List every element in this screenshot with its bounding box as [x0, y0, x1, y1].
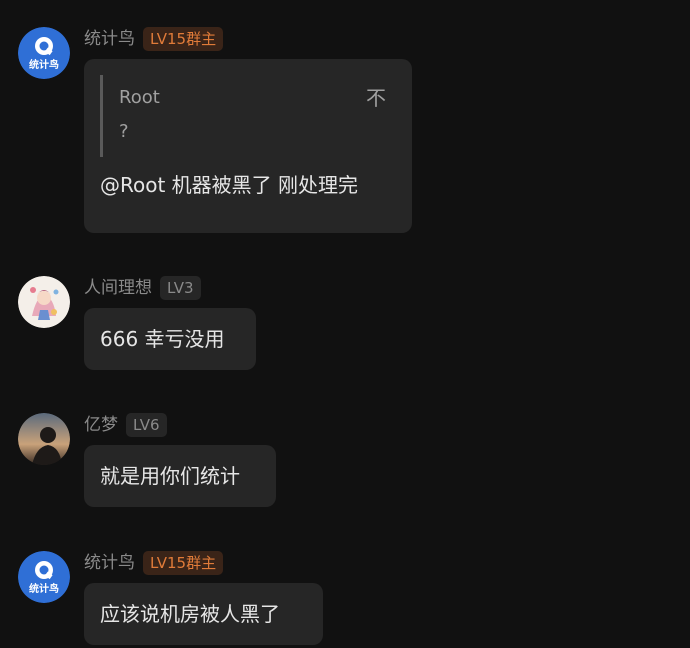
avatar[interactable]	[18, 413, 70, 465]
avatar-text: 统计鸟	[29, 58, 59, 71]
quote-collapse-icon[interactable]: 不	[366, 85, 386, 111]
level-badge: LV6	[126, 413, 167, 437]
stat-bird-logo-icon: 统计鸟	[18, 27, 70, 79]
sender-name[interactable]: 亿梦	[84, 413, 118, 437]
message-bubble[interactable]: 应该说机房被人黑了	[84, 583, 323, 645]
level-badge: LV15群主	[143, 551, 224, 575]
chat-message-list: 统计鸟 统计鸟 LV15群主 Root ? 不 @Root 机器被黑了 刚处理完	[0, 0, 690, 648]
sender-row: 亿梦 LV6	[84, 413, 167, 437]
stat-bird-logo-icon: 统计鸟	[18, 551, 70, 603]
message-text: 应该说机房被人黑了	[100, 602, 280, 626]
quoted-text: ?	[119, 121, 129, 142]
sender-name[interactable]: 统计鸟	[84, 27, 135, 51]
reply-quote[interactable]: Root ? 不	[100, 75, 396, 157]
message-bubble[interactable]: 就是用你们统计	[84, 445, 276, 507]
message-bubble[interactable]: 666 幸亏没用	[84, 308, 256, 370]
message-bubble[interactable]: Root ? 不 @Root 机器被黑了 刚处理完	[84, 59, 412, 233]
message-text: @Root 机器被黑了 刚处理完	[100, 173, 359, 197]
sender-row: 统计鸟 LV15群主	[84, 27, 224, 51]
avatar[interactable]: 统计鸟	[18, 551, 70, 603]
anime-girl-avatar-icon	[18, 276, 70, 328]
sender-row: 人间理想 LV3	[84, 276, 201, 300]
avatar-text: 统计鸟	[29, 582, 59, 595]
level-badge: LV3	[160, 276, 201, 300]
level-badge: LV15群主	[143, 27, 224, 51]
role-text: 群主	[186, 30, 217, 48]
quoted-sender: Root	[119, 87, 160, 108]
silhouette-sunset-avatar-icon	[18, 413, 70, 465]
level-text: LV15	[150, 554, 187, 572]
role-text: 群主	[186, 554, 217, 572]
avatar[interactable]: 统计鸟	[18, 27, 70, 79]
sender-row: 统计鸟 LV15群主	[84, 551, 224, 575]
level-text: LV15	[150, 30, 187, 48]
message-text: 就是用你们统计	[100, 464, 240, 488]
sender-name[interactable]: 人间理想	[84, 276, 152, 300]
avatar[interactable]	[18, 276, 70, 328]
sender-name[interactable]: 统计鸟	[84, 551, 135, 575]
message-text: 666 幸亏没用	[100, 327, 225, 351]
